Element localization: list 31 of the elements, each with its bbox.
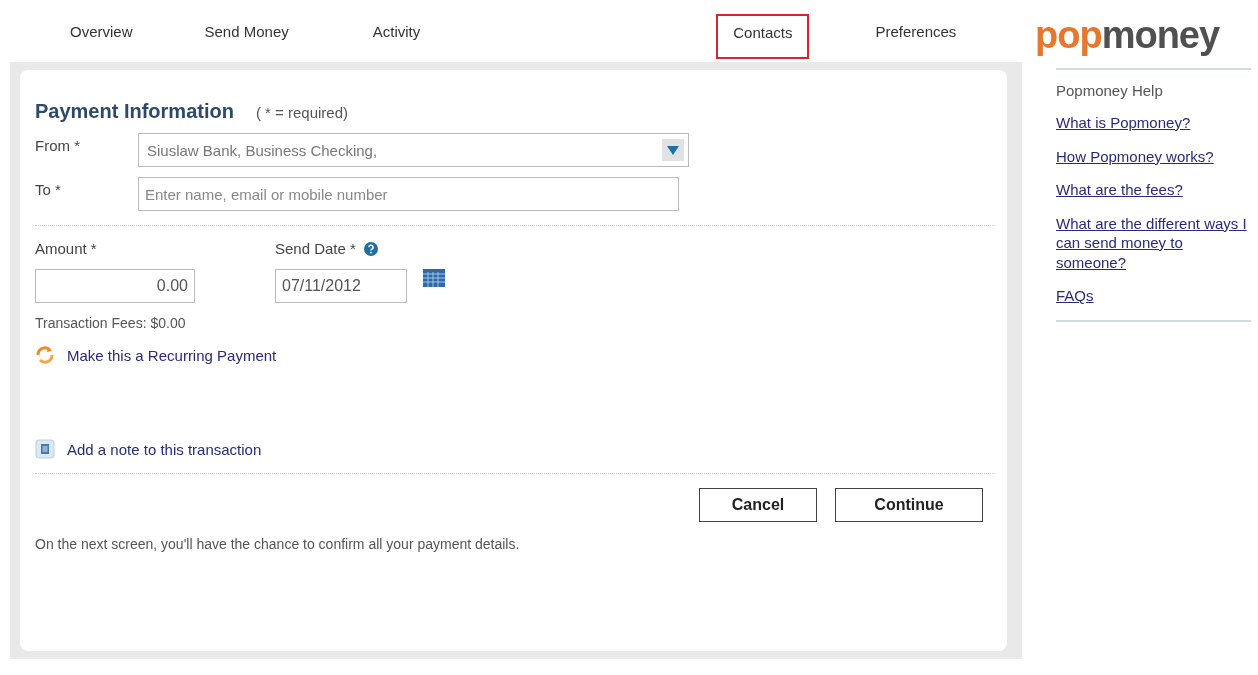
help-link[interactable]: How Popmoney works? — [1056, 146, 1251, 166]
help-link[interactable]: FAQs — [1056, 286, 1251, 306]
help-link[interactable]: What are the different ways I can send money to someone? — [1056, 213, 1251, 272]
section-title: Payment Information — [35, 100, 234, 123]
help-title: Popmoney Help — [1056, 82, 1164, 99]
field-label: Send Date * — [275, 240, 356, 257]
help-link[interactable]: What is Popmoney? — [1056, 113, 1251, 133]
nav-tab[interactable]: Overview — [56, 12, 147, 50]
note-icon — [35, 439, 55, 459]
account-dropdown[interactable]: Siuslaw Bank, Business Checking, — [138, 133, 689, 167]
nav-tab[interactable]: Preferences — [861, 12, 971, 50]
field-label: Amount * — [35, 240, 98, 257]
nav-tab[interactable]: Send Money — [190, 12, 303, 50]
fees-text: Transaction Fees: $0.00 — [35, 315, 187, 331]
brand-logo: popmoney — [1035, 16, 1221, 54]
footer-note: On the next screen, you'll have the chance to confirm all your payment details. — [35, 536, 521, 552]
field-label: From * — [35, 136, 81, 154]
form-button[interactable]: Cancel — [699, 488, 817, 522]
required-note: ( * = required) — [255, 104, 349, 121]
add-note-link[interactable]: Add a note to this transaction — [67, 440, 262, 458]
help-icon[interactable] — [363, 241, 378, 256]
form-button[interactable]: Continue — [835, 488, 983, 522]
help-link[interactable]: What are the fees? — [1056, 180, 1251, 200]
amount-field[interactable]: 0.00 — [35, 269, 195, 303]
nav-tab[interactable]: Contacts — [716, 13, 810, 59]
refresh-icon — [35, 345, 55, 365]
recipient-field[interactable]: Enter name, email or mobile number — [138, 177, 679, 211]
nav-tab[interactable]: Activity — [358, 12, 435, 50]
field-label: To * — [35, 180, 62, 198]
date-field[interactable]: 07/11/2012 — [275, 269, 407, 303]
recurring-payment-link[interactable]: Make this a Recurring Payment — [67, 346, 277, 364]
